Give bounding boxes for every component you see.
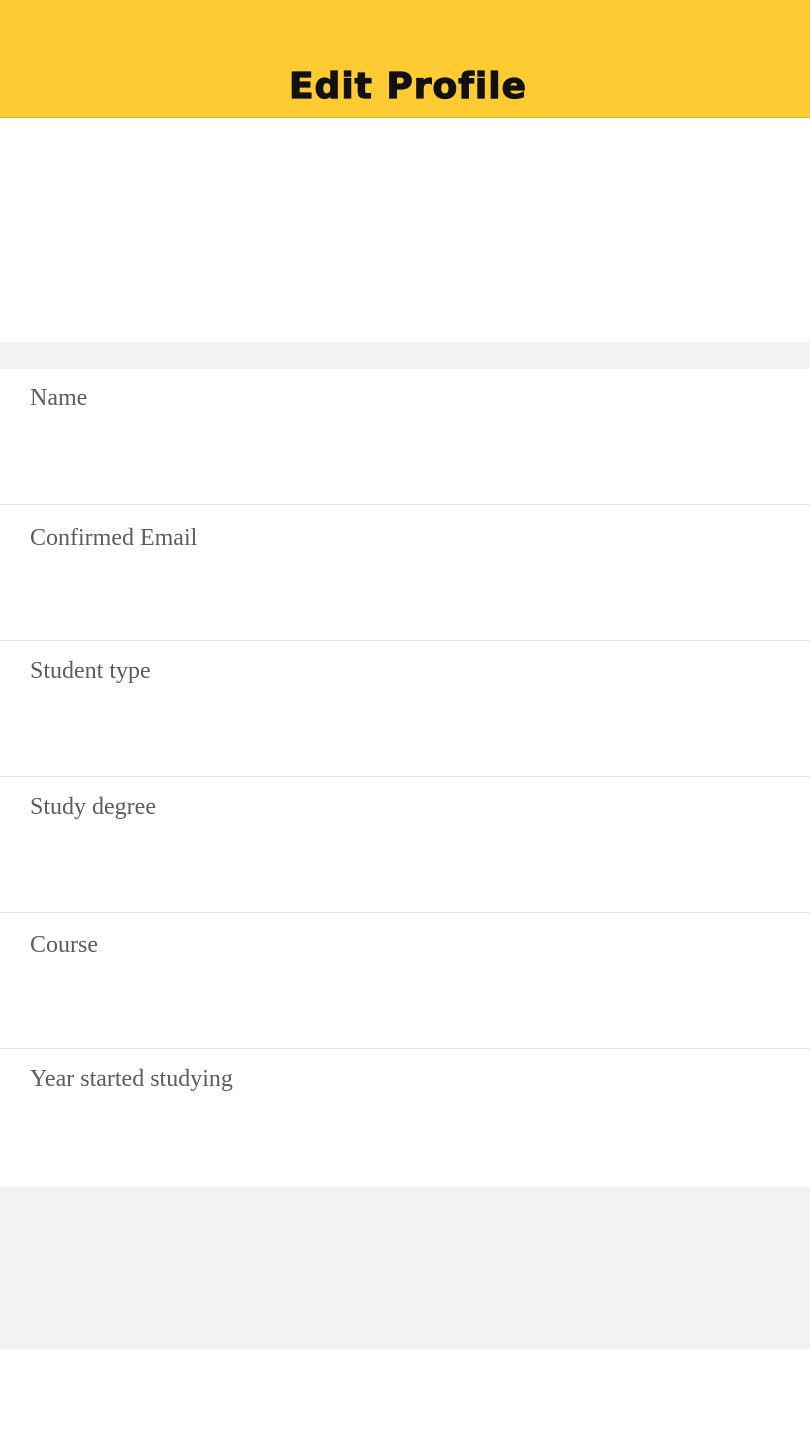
profile-photo-area[interactable]: [0, 118, 810, 342]
section-divider: [0, 342, 810, 369]
student-type-input[interactable]: [30, 703, 780, 751]
year-started-input[interactable]: [30, 1111, 780, 1159]
student-type-field[interactable]: Student type: [0, 641, 810, 777]
study-degree-label: Study degree: [30, 794, 156, 820]
profile-form: Name Confirmed Email Student type Study …: [0, 369, 810, 1187]
page-title: Edit Profile: [288, 65, 528, 107]
year-started-label: Year started studying: [30, 1066, 233, 1092]
name-field[interactable]: Name: [0, 369, 810, 505]
year-started-field[interactable]: Year started studying: [0, 1049, 810, 1187]
course-field[interactable]: Course: [0, 913, 810, 1049]
email-input[interactable]: [30, 567, 780, 615]
course-input[interactable]: [30, 975, 780, 1023]
bottom-blank-area: [0, 1349, 810, 1445]
email-field[interactable]: Confirmed Email: [0, 505, 810, 641]
header-bar: Edit Profile: [0, 0, 810, 118]
name-input[interactable]: [30, 431, 780, 479]
study-degree-field[interactable]: Study degree: [0, 777, 810, 913]
email-label: Confirmed Email: [30, 525, 198, 551]
study-degree-input[interactable]: [30, 839, 780, 887]
student-type-label: Student type: [30, 658, 151, 684]
course-label: Course: [30, 932, 98, 958]
footer-area: [0, 1187, 810, 1349]
name-label: Name: [30, 385, 88, 411]
